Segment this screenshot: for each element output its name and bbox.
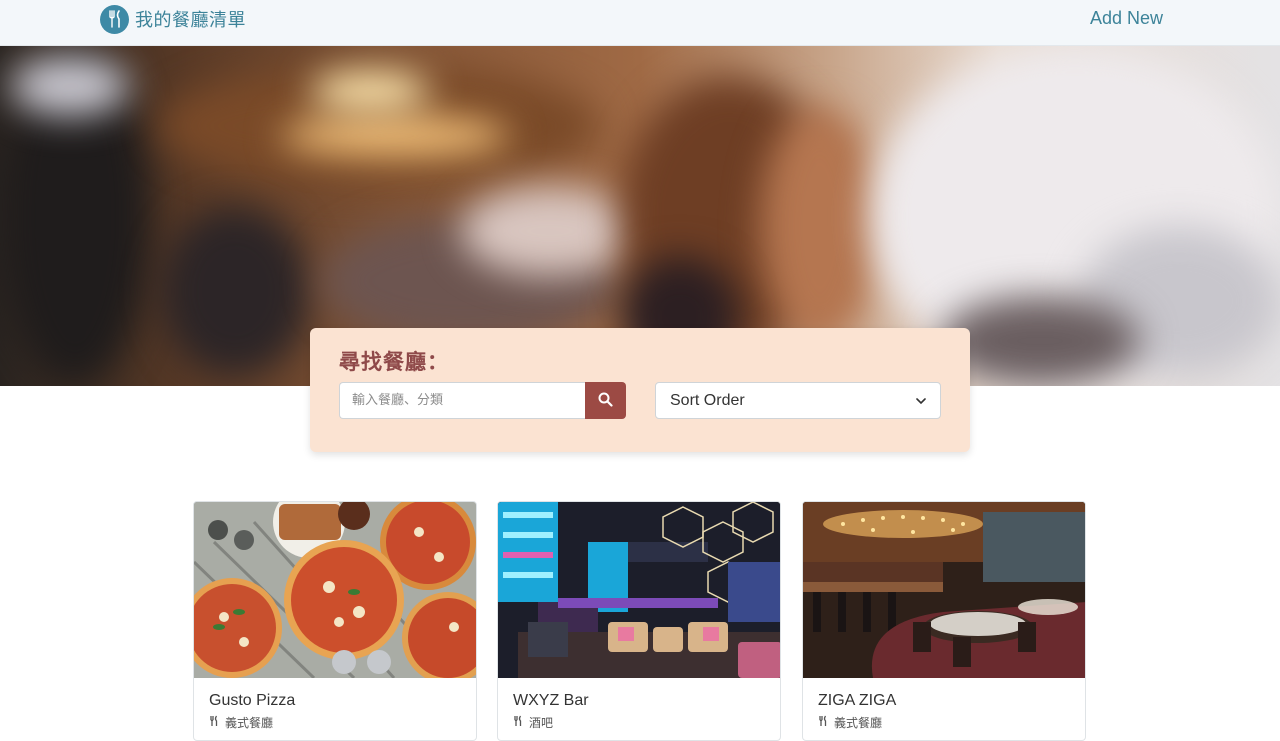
- search-heading: 尋找餐廳：: [339, 350, 449, 374]
- restaurant-category-label: 酒吧: [529, 716, 554, 730]
- utensils-icon: [209, 715, 219, 730]
- restaurant-name: WXYZ Bar: [513, 692, 589, 709]
- search-input[interactable]: [339, 382, 586, 419]
- search-icon: [598, 392, 613, 410]
- restaurant-card[interactable]: WXYZ Bar 酒吧: [497, 501, 781, 741]
- restaurant-category: 義式餐廳: [209, 714, 273, 731]
- restaurant-category: 義式餐廳: [818, 714, 882, 731]
- brand-link[interactable]: 我的餐廳清單: [100, 4, 246, 34]
- navbar: 我的餐廳清單 Add New: [0, 0, 1280, 46]
- search-panel: 尋找餐廳： Sort Order: [310, 328, 970, 452]
- add-new-link[interactable]: Add New: [1090, 8, 1163, 29]
- restaurant-card[interactable]: ZIGA ZIGA 義式餐廳: [802, 501, 1086, 741]
- restaurant-name: Gusto Pizza: [209, 692, 296, 709]
- restaurant-image: [194, 502, 476, 678]
- utensils-icon: [818, 715, 828, 730]
- restaurant-category-label: 義式餐廳: [225, 716, 274, 730]
- sort-order-value: Sort Order: [670, 391, 745, 409]
- chevron-down-icon: [916, 392, 926, 410]
- brand-title: 我的餐廳清單: [135, 10, 246, 31]
- utensils-icon: [513, 715, 523, 730]
- restaurant-name: ZIGA ZIGA: [818, 692, 897, 709]
- search-button[interactable]: [585, 382, 626, 419]
- restaurant-category-label: 義式餐廳: [834, 716, 883, 730]
- restaurant-card[interactable]: Gusto Pizza 義式餐廳: [193, 501, 477, 741]
- utensils-icon: [100, 4, 129, 34]
- restaurant-category: 酒吧: [513, 714, 553, 731]
- sort-order-select[interactable]: Sort Order: [655, 382, 941, 419]
- restaurant-image: [498, 502, 780, 678]
- restaurant-image: [803, 502, 1085, 678]
